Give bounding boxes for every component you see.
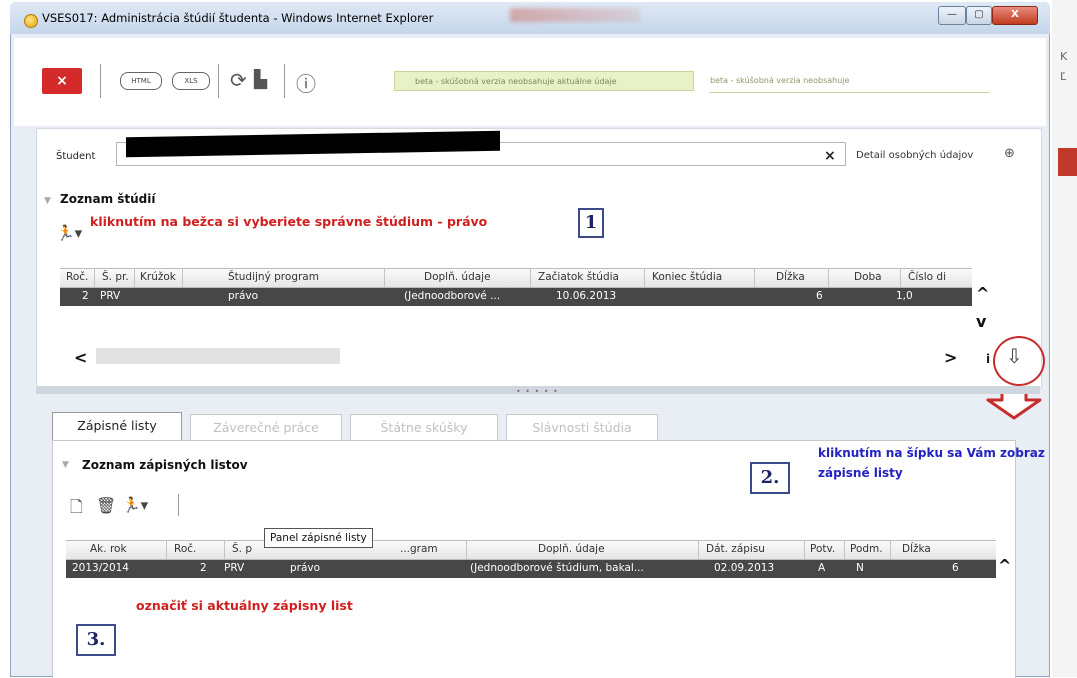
title-bar: VSES017: Administrácia štúdií študenta -… (10, 2, 1050, 34)
maximize-button[interactable]: ▢ (966, 6, 992, 25)
horizontal-scrollbar[interactable] (96, 348, 340, 364)
column-header[interactable]: Koniec štúdia (652, 271, 722, 283)
tooltip: Panel zápisné listy (264, 528, 373, 548)
step-marker-1: 1 (578, 208, 604, 238)
toolbar-divider (178, 494, 179, 516)
close-app-button[interactable]: × (42, 68, 82, 94)
column-header[interactable]: Dát. zápisu (706, 543, 765, 555)
table-row[interactable]: 2013/2014 2 PRV právo (Jednoodborové štú… (66, 560, 996, 578)
window-title: VSES017: Administrácia štúdií študenta -… (42, 11, 434, 25)
column-header[interactable]: Š. pr. (102, 271, 129, 283)
cell: A (818, 562, 826, 574)
column-header[interactable]: Š. p (232, 543, 252, 555)
expand-arrow-icon[interactable]: ⇩ (1006, 344, 1023, 368)
tab-slavnosti-studia[interactable]: Slávnosti štúdia (506, 414, 658, 440)
beta-notice-secondary: beta - skúšobná verzia neobsahuje (710, 72, 990, 93)
column-header[interactable]: Ak. rok (90, 543, 127, 555)
background-strip: K Ľ (1052, 0, 1077, 677)
panel-splitter[interactable]: • • • • • (36, 386, 1040, 396)
step-marker-2: 2. (750, 462, 790, 494)
column-header[interactable]: Roč. (174, 543, 196, 555)
scroll-up-button[interactable]: ^ (998, 556, 1011, 575)
instruction-1: kliknutím na bežca si vyberiete správne … (90, 214, 488, 229)
cell: PRV (100, 290, 121, 302)
column-header[interactable]: Doba (854, 271, 882, 283)
tab-statne-skusky[interactable]: Štátne skúšky (350, 414, 498, 440)
column-header[interactable]: Roč. (66, 271, 88, 283)
detail-personal-link[interactable]: Detail osobných údajov (856, 150, 973, 161)
cell: 1,0 (896, 290, 913, 302)
scroll-right-button[interactable]: > (944, 348, 957, 367)
column-header[interactable]: Potv. (810, 543, 835, 555)
scroll-up-button[interactable]: ^ (976, 284, 989, 303)
info-marker[interactable]: i (986, 352, 990, 366)
background-text: K (1060, 50, 1068, 63)
add-document-icon[interactable]: 🗋 (70, 496, 83, 523)
student-label: Študent (56, 151, 96, 162)
runner-icon[interactable]: 🏃▾ (56, 224, 82, 242)
column-header[interactable]: Podm. (850, 543, 883, 555)
column-header[interactable]: Číslo di (908, 271, 946, 283)
info-icon[interactable]: ⓘ (296, 68, 316, 97)
export-xls-button[interactable]: XLS (172, 72, 210, 90)
cell: právo (228, 290, 259, 302)
column-header[interactable]: Dĺžka (902, 543, 931, 555)
cell: PRV (224, 562, 245, 574)
column-header[interactable]: ...gram (400, 543, 438, 555)
column-header[interactable]: Študijný program (228, 271, 319, 283)
table-row[interactable]: 2 PRV právo (Jednoodborové ... 10.06.201… (60, 288, 972, 306)
background-block (1058, 148, 1077, 176)
blurred-area (510, 8, 640, 22)
tab-zapisne-listy[interactable]: Zápisné listy (52, 412, 182, 441)
cell: 6 (816, 290, 823, 302)
refresh-icon[interactable]: ⟳ (230, 68, 247, 92)
cell: (Jednoodborové štúdium, bakal... (470, 562, 644, 574)
toolbar-divider (218, 64, 219, 98)
tab-zaverecne-prace[interactable]: Záverečné práce (190, 414, 342, 440)
toolbar-divider (284, 64, 285, 98)
minimize-button[interactable]: — (938, 6, 966, 25)
instruction-3: označiť si aktuálny zápisny list (136, 598, 353, 613)
cell: 6 (952, 562, 959, 574)
runner-icon[interactable]: 🏃▾ (122, 496, 148, 514)
cell: 2 (200, 562, 207, 574)
enrollment-header: Ak. rok Roč. Š. p ...gram Doplň. údaje D… (66, 540, 996, 560)
studies-header: Roč. Š. pr. Krúžok Študijný program Dopl… (60, 268, 972, 288)
collapse-triangle-icon[interactable]: ▼ (44, 196, 51, 206)
scroll-left-button[interactable]: < (74, 348, 87, 367)
cell: právo (290, 562, 321, 574)
studies-title: Zoznam štúdií (60, 192, 156, 206)
column-header[interactable]: Začiatok štúdia (538, 271, 619, 283)
clear-student-button[interactable]: × (824, 148, 836, 164)
enrollment-title: Zoznam zápisných listov (82, 458, 248, 472)
instruction-2-line2: zápisné listy (818, 466, 903, 480)
collapse-triangle-icon[interactable]: ▼ (62, 460, 69, 470)
step-marker-3: 3. (76, 624, 116, 656)
background-text: Ľ (1060, 70, 1067, 83)
cell: N (856, 562, 864, 574)
column-header[interactable]: Dĺžka (776, 271, 805, 283)
delete-icon[interactable]: 🗑 (96, 496, 116, 515)
beta-notice: beta - skúšobná verzia neobsahuje aktuál… (394, 71, 694, 91)
instruction-2-line1: kliknutím na šípku sa Vám zobraz (818, 446, 1045, 460)
cell: 10.06.2013 (556, 290, 617, 302)
chart-icon[interactable]: ▙ (254, 70, 267, 90)
cell: (Jednoodborové ... (404, 290, 501, 302)
export-html-button[interactable]: HTML (120, 72, 162, 90)
scroll-down-button[interactable]: v (976, 312, 986, 331)
cell: 2 (82, 290, 89, 302)
column-header[interactable]: Doplň. údaje (538, 543, 605, 555)
zoom-icon[interactable]: ⊕ (1004, 146, 1015, 161)
app-toolbar: × HTML XLS ⟳ ▙ ⓘ beta - skúšobná verzia … (14, 38, 1046, 126)
close-window-button[interactable]: X (992, 6, 1038, 25)
column-header[interactable]: Doplň. údaje (424, 271, 491, 283)
ie-icon (24, 14, 38, 28)
column-header[interactable]: Krúžok (140, 271, 176, 283)
cell: 2013/2014 (72, 562, 129, 574)
toolbar-divider (100, 64, 101, 98)
cell: 02.09.2013 (714, 562, 775, 574)
